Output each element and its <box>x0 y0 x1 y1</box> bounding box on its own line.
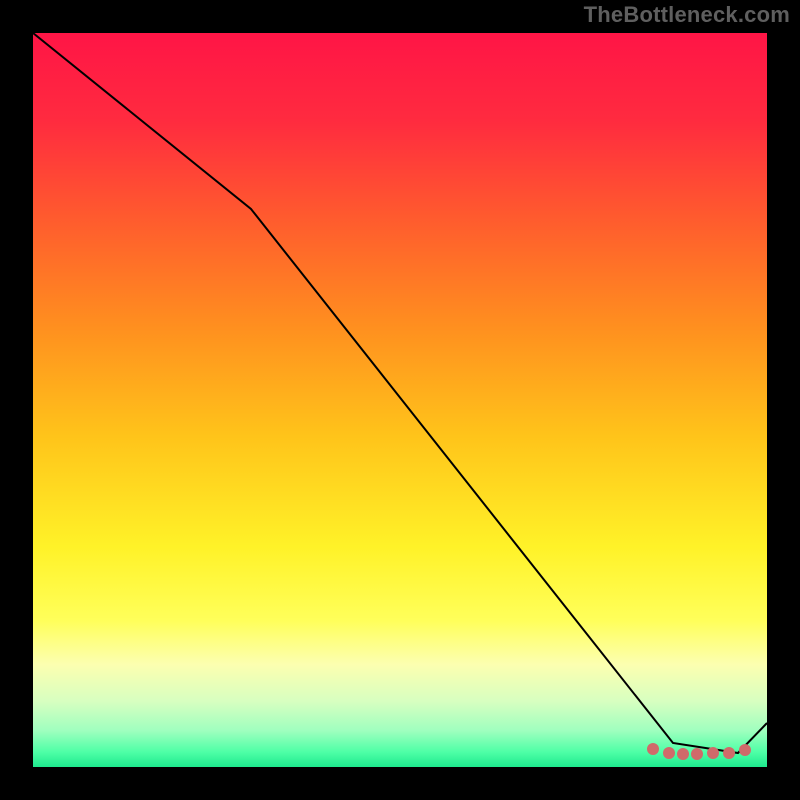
data-dot <box>663 747 675 759</box>
data-dot <box>723 747 735 759</box>
data-dot <box>677 748 689 760</box>
plot-area <box>33 33 767 767</box>
data-dot <box>647 743 659 755</box>
watermark-text: TheBottleneck.com <box>584 2 790 28</box>
data-dots-group <box>647 743 751 760</box>
data-dot <box>691 748 703 760</box>
data-dot <box>707 747 719 759</box>
chart-overlay <box>33 33 767 767</box>
data-dot <box>739 744 751 756</box>
data-line <box>33 33 767 753</box>
